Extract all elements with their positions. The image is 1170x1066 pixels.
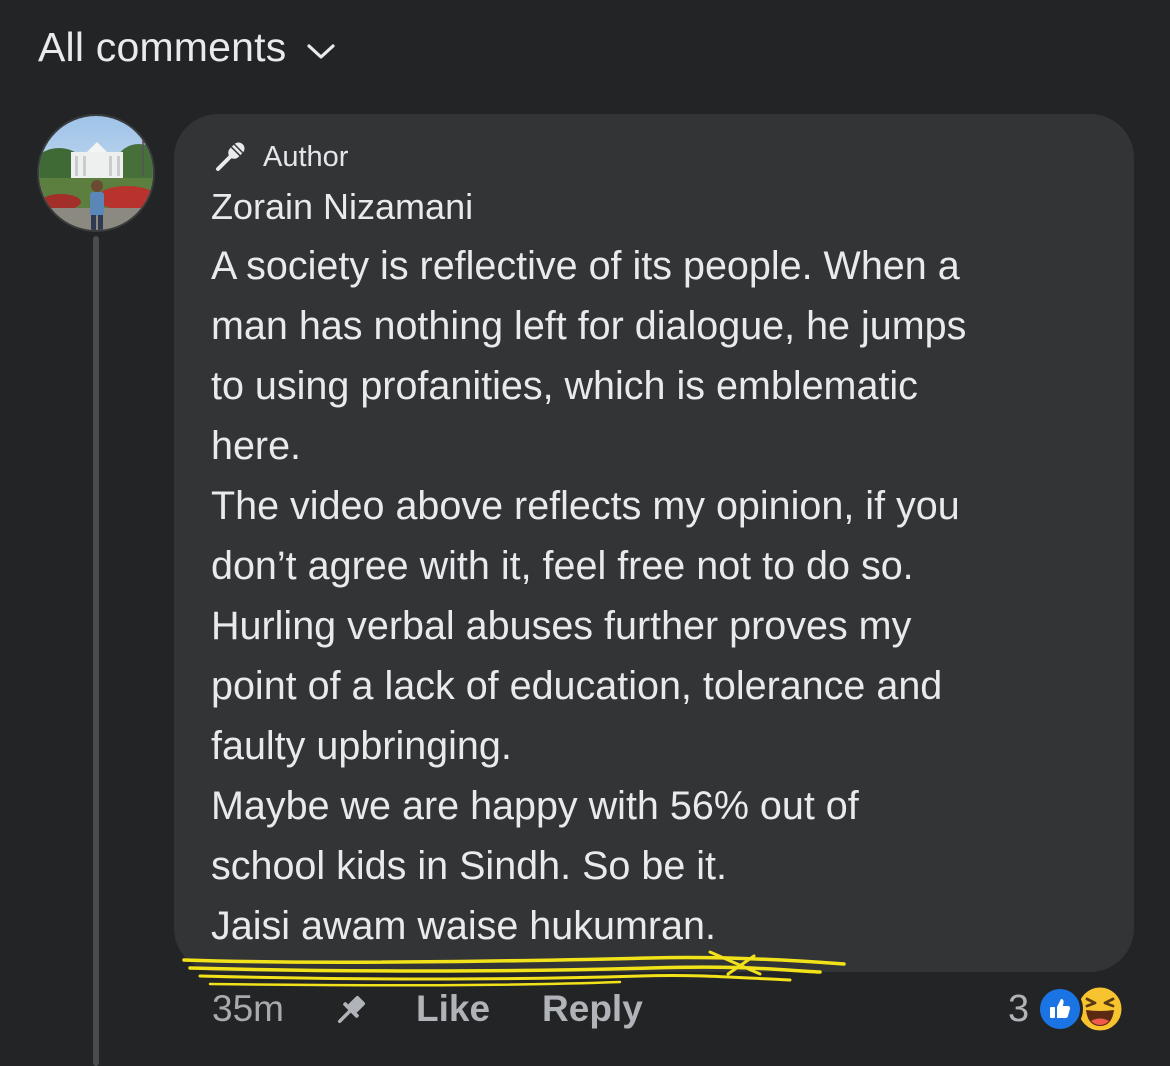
comment-line: faulty upbringing.	[211, 724, 512, 768]
comment-line: A society is reflective of its people. W…	[211, 244, 960, 288]
reaction-count: 3	[1008, 987, 1030, 1030]
comment-line: to using profanities, which is emblemati…	[211, 364, 918, 408]
avatar[interactable]	[37, 114, 155, 232]
timestamp[interactable]: 35m	[212, 988, 284, 1030]
comment-line: here.	[211, 424, 302, 468]
chevron-down-icon	[307, 43, 336, 59]
comment-line: Maybe we are happy with 56% out of	[211, 784, 859, 828]
comment-line: point of a lack of education, tolerance …	[211, 664, 943, 708]
reply-button[interactable]: Reply	[542, 988, 643, 1030]
comment-line: man has nothing left for dialogue, he ju…	[211, 304, 967, 348]
comment-line: Hurling verbal abuses further proves my	[211, 604, 912, 648]
reactions-summary[interactable]: 3	[1008, 984, 1125, 1034]
like-button[interactable]: Like	[416, 988, 490, 1030]
author-badge: Author	[211, 138, 348, 176]
comment-text: A society is reflective of its people. W…	[211, 236, 1121, 956]
comment-line: school kids in Sindh. So be it.	[211, 844, 727, 888]
author-badge-label: Author	[263, 140, 349, 173]
comment-line: The video above reflects my opinion, if …	[211, 484, 960, 528]
all-comments-label: All comments	[38, 24, 287, 70]
pin-icon[interactable]	[334, 993, 368, 1027]
comment-actions: 35m Like Reply	[212, 988, 643, 1030]
microphone-icon	[215, 142, 245, 172]
comment-line: don’t agree with it, feel free not to do…	[211, 544, 914, 588]
like-icon	[1037, 986, 1084, 1032]
all-comments-dropdown[interactable]: All comments	[38, 24, 336, 71]
author-name[interactable]: Zorain Nizamani	[211, 186, 473, 228]
thread-line	[93, 236, 99, 1066]
